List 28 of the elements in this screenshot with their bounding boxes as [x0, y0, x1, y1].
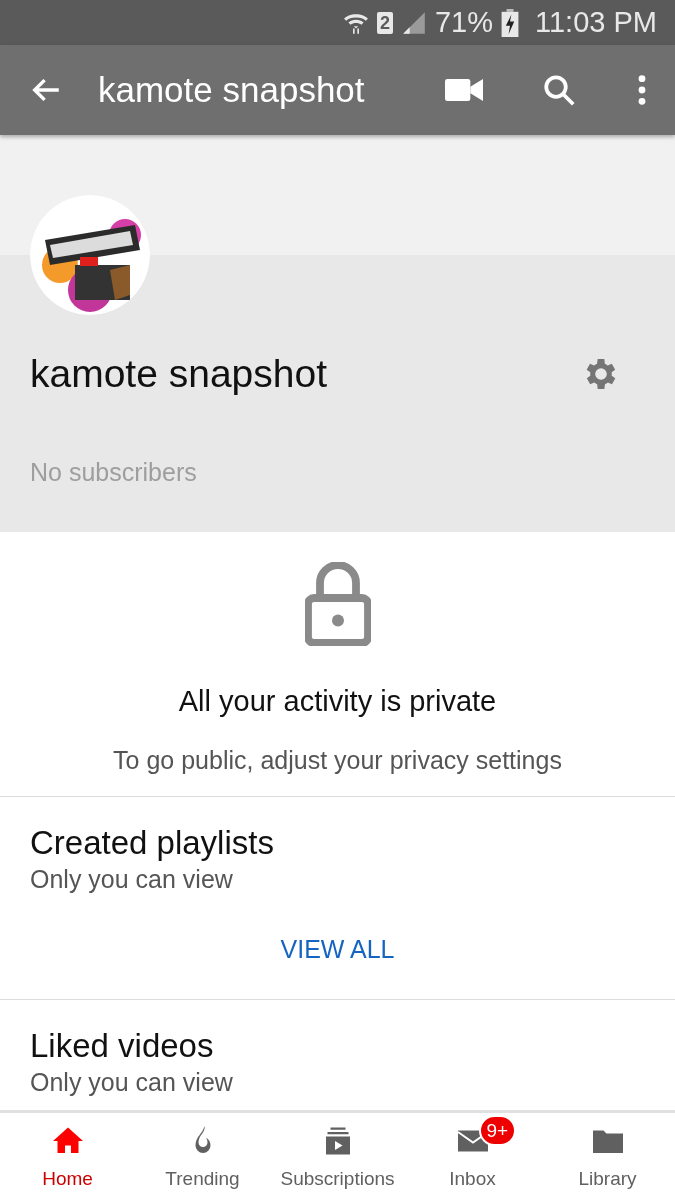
privacy-title: All your activity is private	[178, 684, 497, 719]
search-button[interactable]	[541, 72, 577, 108]
more-icon	[637, 73, 647, 107]
more-button[interactable]	[637, 73, 647, 107]
section-title: Created playlists	[30, 823, 275, 863]
privacy-subtitle: To go public, adjust your privacy settings	[113, 744, 562, 776]
sim-indicator: 2	[376, 11, 393, 34]
battery-percent: 71%	[434, 8, 493, 37]
notification-badge: 9+	[478, 1115, 517, 1146]
view-all-button[interactable]: VIEW ALL	[280, 931, 395, 969]
clock: 11:03 PM	[535, 8, 657, 37]
lock-icon	[304, 562, 371, 646]
nav-tab[interactable]: Library	[540, 1113, 675, 1200]
nav-tab[interactable]: Trending	[135, 1113, 270, 1200]
section-subtitle: Only you can view	[30, 864, 234, 895]
search-icon	[541, 72, 577, 108]
channel-name: kamote snapshot	[30, 351, 327, 397]
section-subtitle: Only you can view	[30, 1067, 234, 1098]
camera-button[interactable]	[445, 76, 483, 104]
battery-charging-icon	[501, 8, 519, 37]
nav-tab[interactable]: 9+ Inbox	[405, 1113, 540, 1200]
nav-tab[interactable]: Home	[0, 1113, 135, 1200]
section-title: Liked videos	[30, 1026, 215, 1066]
video-camera-icon	[445, 76, 483, 104]
nav-tab[interactable]: Subscriptions	[270, 1113, 405, 1200]
app-bar-title: kamote snapshot	[98, 68, 365, 111]
subscriber-count: No subscribers	[30, 456, 198, 488]
signal-icon	[400, 9, 427, 36]
